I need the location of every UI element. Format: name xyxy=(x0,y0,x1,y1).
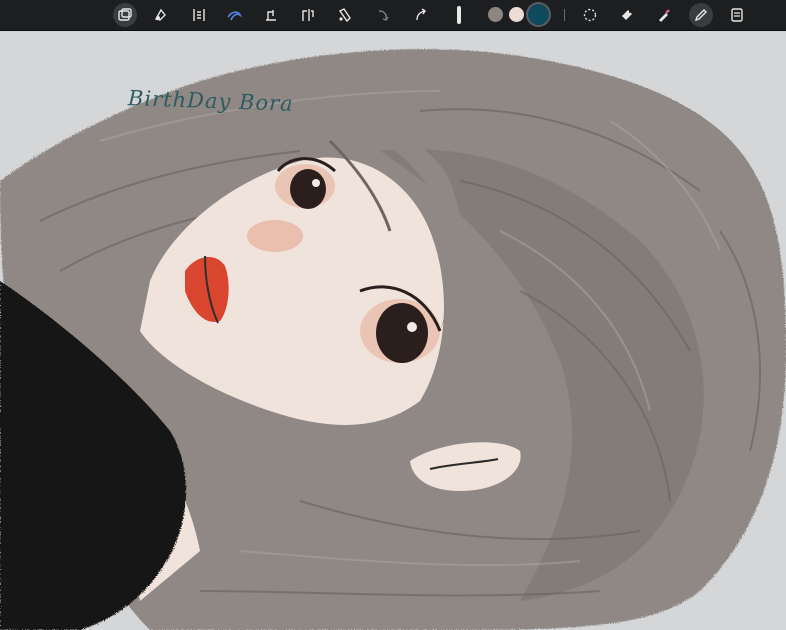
smudge-button[interactable] xyxy=(222,3,246,27)
eraser-icon xyxy=(622,10,632,20)
gallery-button[interactable] xyxy=(113,3,137,27)
ruler-icon xyxy=(338,8,351,23)
color-swatch-2[interactable] xyxy=(509,7,524,22)
adjust-icon xyxy=(154,8,166,21)
layers-button[interactable] xyxy=(725,3,749,27)
smudge-icon xyxy=(227,11,242,21)
flip-button[interactable] xyxy=(296,3,320,27)
pencil-icon xyxy=(694,9,707,22)
ruler-button[interactable] xyxy=(333,3,357,27)
transform-icon xyxy=(266,10,276,21)
redo-button[interactable] xyxy=(409,3,433,27)
toolbar-divider xyxy=(564,9,565,21)
redo-icon xyxy=(416,8,426,21)
adjustments-button[interactable] xyxy=(148,3,172,27)
cheek-blush xyxy=(247,220,303,252)
color-swatch-3[interactable] xyxy=(528,4,549,25)
eyedropper-icon xyxy=(659,9,670,22)
eyedropper-button[interactable] xyxy=(652,3,676,27)
drawing-canvas[interactable]: BirthDay Bora xyxy=(0,31,786,630)
eraser-button[interactable] xyxy=(615,3,639,27)
selection-icon xyxy=(583,8,597,22)
transform-button[interactable] xyxy=(259,3,283,27)
selection-adjust-button[interactable] xyxy=(187,3,211,27)
pencil-button[interactable] xyxy=(689,3,713,27)
selection-button[interactable] xyxy=(578,3,602,27)
brush-size-slider[interactable] xyxy=(457,6,461,24)
undo-icon xyxy=(378,10,389,21)
layers-icon xyxy=(731,8,743,22)
color-swatch-1[interactable] xyxy=(488,7,503,22)
toolbar xyxy=(0,0,786,31)
illustration xyxy=(0,49,786,630)
flip-icon xyxy=(302,9,314,21)
gallery-icon xyxy=(118,8,132,21)
layers-adjust-icon xyxy=(193,9,205,21)
undo-button[interactable] xyxy=(371,3,395,27)
